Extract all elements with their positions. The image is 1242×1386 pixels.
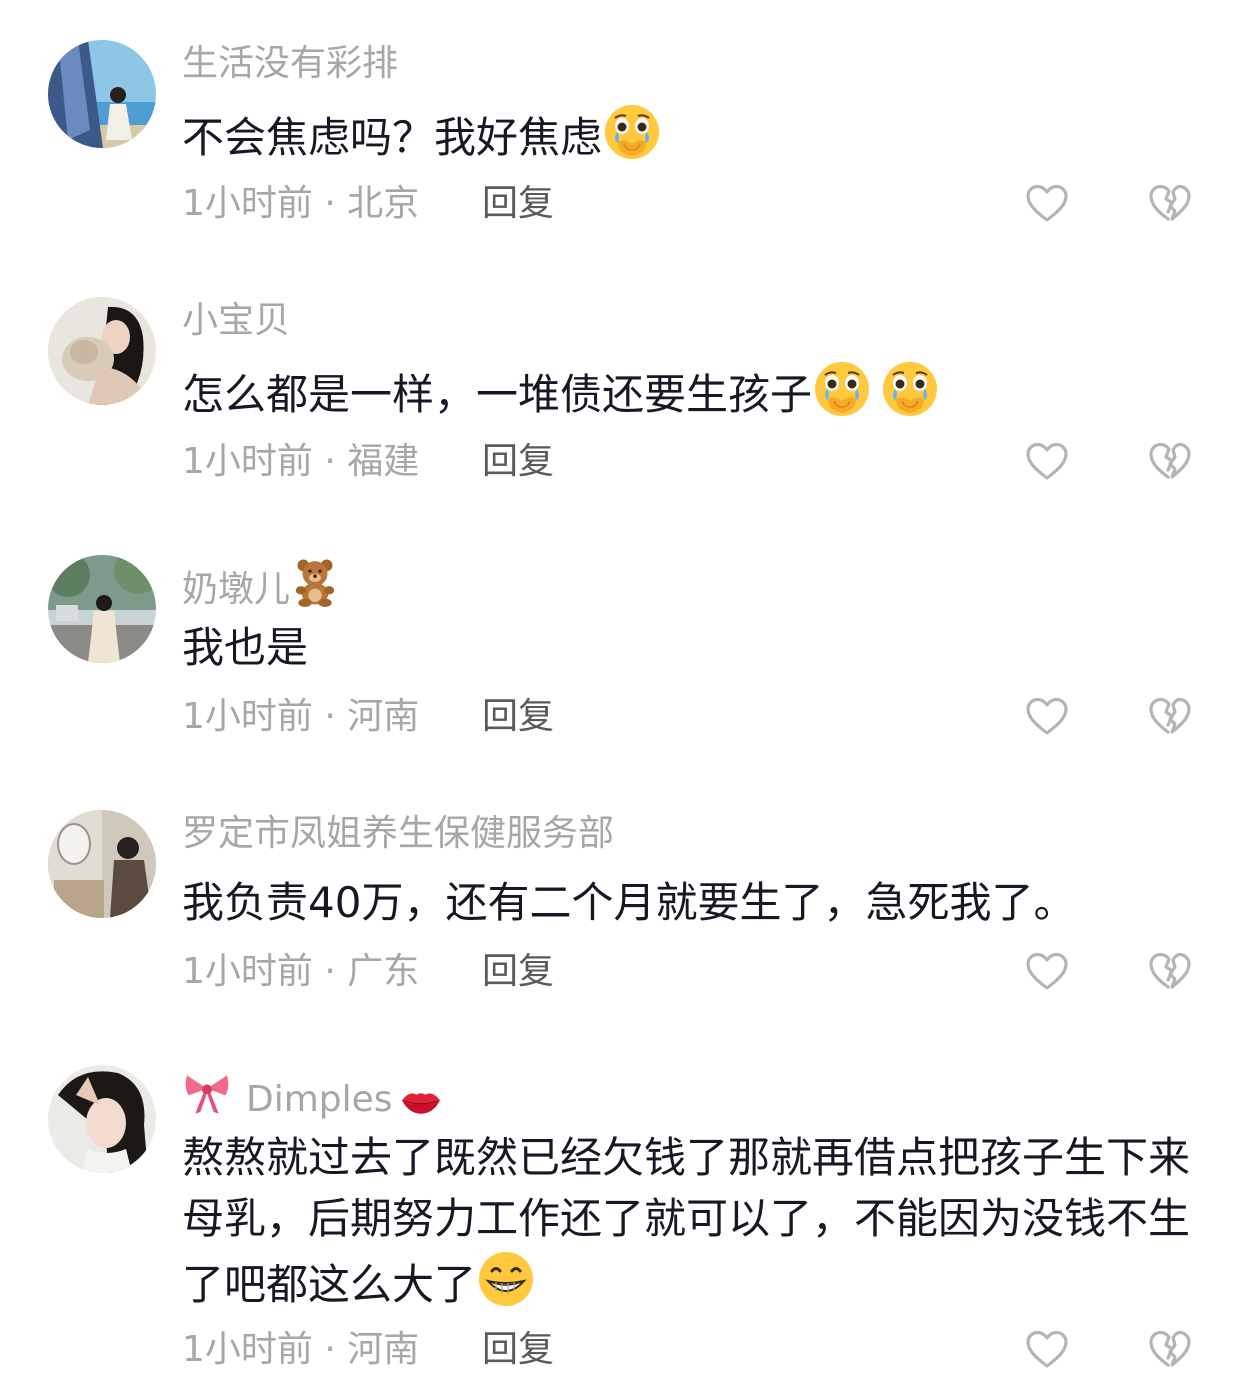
broken-heart-outline-icon[interactable] [1148, 695, 1192, 739]
avatar[interactable] [48, 810, 156, 918]
reply-button[interactable]: 回复 [482, 695, 554, 739]
heart-outline-icon[interactable] [1025, 695, 1069, 739]
avatar[interactable] [48, 555, 156, 663]
comment-item: 小宝贝 怎么都是一样，一堆债还要生孩子 1小时前 · 福建 回复 [0, 297, 1242, 497]
reply-button[interactable]: 回复 [482, 182, 554, 226]
username[interactable]: Dimples [182, 1067, 443, 1122]
avatar[interactable] [48, 1065, 156, 1173]
comment-meta: 1小时前 · 河南 [182, 696, 420, 737]
reply-button[interactable]: 回复 [482, 950, 554, 994]
comment-meta: 1小时前 · 福建 [182, 441, 420, 482]
username[interactable]: 奶墩儿 [182, 557, 340, 612]
teddy-bear-emoji [290, 557, 340, 607]
grinning-face-emoji [476, 1249, 536, 1309]
username[interactable]: 罗定市凤姐养生保健服务部 [182, 812, 614, 856]
comment-text: 我负责40万，还有二个月就要生了，急死我了。 [182, 878, 1076, 927]
broken-heart-outline-icon[interactable] [1148, 950, 1192, 994]
heart-outline-icon[interactable] [1025, 440, 1069, 484]
heart-outline-icon[interactable] [1025, 1328, 1069, 1372]
broken-heart-outline-icon[interactable] [1148, 182, 1192, 226]
comment-text: 我也是 [182, 623, 309, 672]
comment-text: 不会焦虑吗？我好焦虑 [182, 102, 1192, 168]
crying-covering-mouth-emoji [880, 359, 940, 419]
heart-outline-icon[interactable] [1025, 950, 1069, 994]
comment-meta: 1小时前 · 北京 [182, 183, 420, 224]
crying-covering-mouth-emoji [812, 359, 872, 419]
broken-heart-outline-icon[interactable] [1148, 440, 1192, 484]
crying-covering-mouth-emoji [602, 102, 662, 162]
broken-heart-outline-icon[interactable] [1148, 1328, 1192, 1372]
pink-bow-emoji [182, 1067, 232, 1117]
comment-text: 熬熬就过去了既然已经欠钱了那就再借点把孩子生下来母乳，后期努力工作还了就可以了，… [182, 1133, 1191, 1309]
comment-meta: 1小时前 · 河南 [182, 1329, 420, 1370]
reply-button[interactable]: 回复 [482, 440, 554, 484]
comment-item: 生活没有彩排 不会焦虑吗？我好焦虑 1小时前 · 北京 回复 [0, 40, 1242, 240]
username[interactable]: 小宝贝 [182, 299, 290, 343]
avatar[interactable] [48, 297, 156, 405]
username[interactable]: 生活没有彩排 [182, 42, 398, 86]
comment-item: 罗定市凤姐养生保健服务部 我负责40万，还有二个月就要生了，急死我了。 1小时前… [0, 810, 1242, 1010]
kiss-lips-emoji [399, 1087, 443, 1117]
avatar[interactable] [48, 40, 156, 148]
comment-meta: 1小时前 · 广东 [182, 951, 420, 992]
comment-item: 奶墩儿 我也是 1小时前 · 河南 回复 [0, 555, 1242, 755]
comment-item: Dimples 熬熬就过去了既然已经欠钱了那就再借点把孩子生下来母乳，后期努力工… [0, 1065, 1242, 1386]
comment-text: 怎么都是一样，一堆债还要生孩子 [182, 359, 1192, 425]
heart-outline-icon[interactable] [1025, 182, 1069, 226]
reply-button[interactable]: 回复 [482, 1328, 554, 1372]
